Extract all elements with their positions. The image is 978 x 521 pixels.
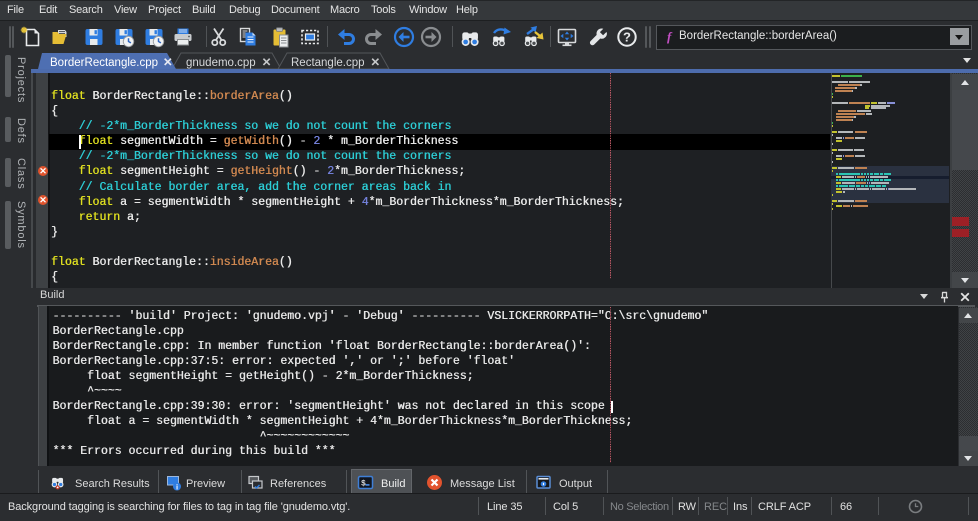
svg-text:i: i: [176, 482, 178, 491]
svg-text:$: $: [361, 480, 366, 489]
svg-text:?: ?: [623, 30, 631, 45]
